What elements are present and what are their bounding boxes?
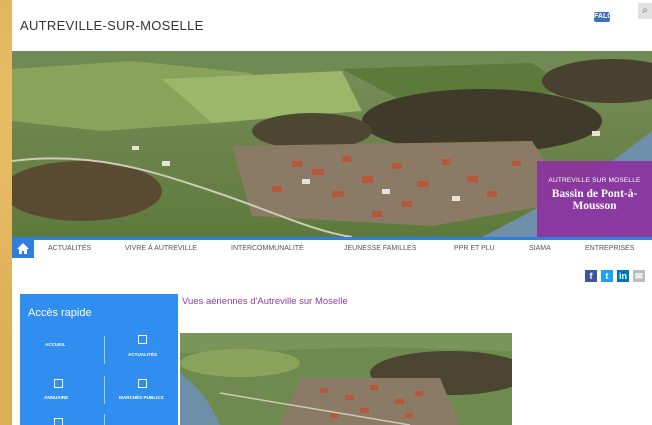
divider	[104, 414, 105, 425]
home-icon[interactable]	[12, 240, 34, 258]
nav-item-vivre[interactable]: VIVRE À AUTREVILLE	[125, 245, 197, 252]
accessibility-button[interactable]: FALC	[594, 12, 613, 22]
quick-link-label: ACTUALITÉS	[128, 352, 158, 357]
folder-icon[interactable]	[54, 418, 63, 425]
accessibility-label: FALC	[594, 13, 613, 20]
linkedin-icon[interactable]: in	[617, 270, 629, 282]
divider	[104, 376, 105, 404]
nav-item-entreprises[interactable]: ENTREPRISES	[585, 245, 634, 252]
documents-icon	[138, 379, 147, 388]
nav-item-siama[interactable]: SIAMA	[529, 245, 551, 252]
article-title[interactable]: Vues aériennes d'Autreville sur Moselle	[182, 296, 348, 307]
quick-link-label: ACCUEIL	[45, 342, 66, 347]
facebook-icon[interactable]: f	[585, 270, 597, 282]
hero-banner: AUTREVILLE SUR MOSELLE Bassin de Pont-à-…	[12, 51, 652, 237]
search-icon[interactable]: ⌕	[638, 3, 652, 19]
home-glyph	[17, 243, 29, 254]
hero-badge-subtitle: AUTREVILLE SUR MOSELLE	[548, 177, 641, 184]
quick-access-panel: Accès rapide ACCUEIL ACTUALITÉS ANNUAIRE…	[20, 294, 178, 425]
quick-link-label: ANNUAIRE	[44, 395, 69, 400]
nav-item-ppr-plu[interactable]: PPR ET PLU	[454, 245, 495, 252]
email-icon[interactable]: ✉	[633, 270, 645, 282]
hero-badge: AUTREVILLE SUR MOSELLE Bassin de Pont-à-…	[537, 161, 652, 237]
aerial-photo	[180, 333, 512, 425]
nav-item-intercommunalite[interactable]: INTERCOMMUNALITÉ	[231, 245, 304, 252]
article-photo[interactable]	[180, 333, 512, 425]
nav-item-jeunesse[interactable]: JEUNESSE FAMILLES	[344, 245, 416, 252]
hero-badge-title: Bassin de Pont-à-Mousson	[551, 188, 638, 212]
quick-access-title: Accès rapide	[28, 307, 92, 319]
main-nav: ACTUALITÉS VIVRE À AUTREVILLE INTERCOMMU…	[12, 237, 652, 258]
divider	[104, 336, 105, 364]
twitter-icon[interactable]: t	[601, 270, 613, 282]
book-icon	[54, 379, 63, 388]
nav-item-actualites[interactable]: ACTUALITÉS	[48, 245, 91, 252]
newspaper-icon	[138, 335, 147, 344]
site-title[interactable]: AUTREVILLE-SUR-MOSELLE	[20, 18, 204, 33]
quick-link-label: MARCHÉS PUBLICS	[119, 395, 164, 400]
page: AUTREVILLE-SUR-MOSELLE FALC ⌕ AUTREVILLE…	[12, 0, 652, 425]
